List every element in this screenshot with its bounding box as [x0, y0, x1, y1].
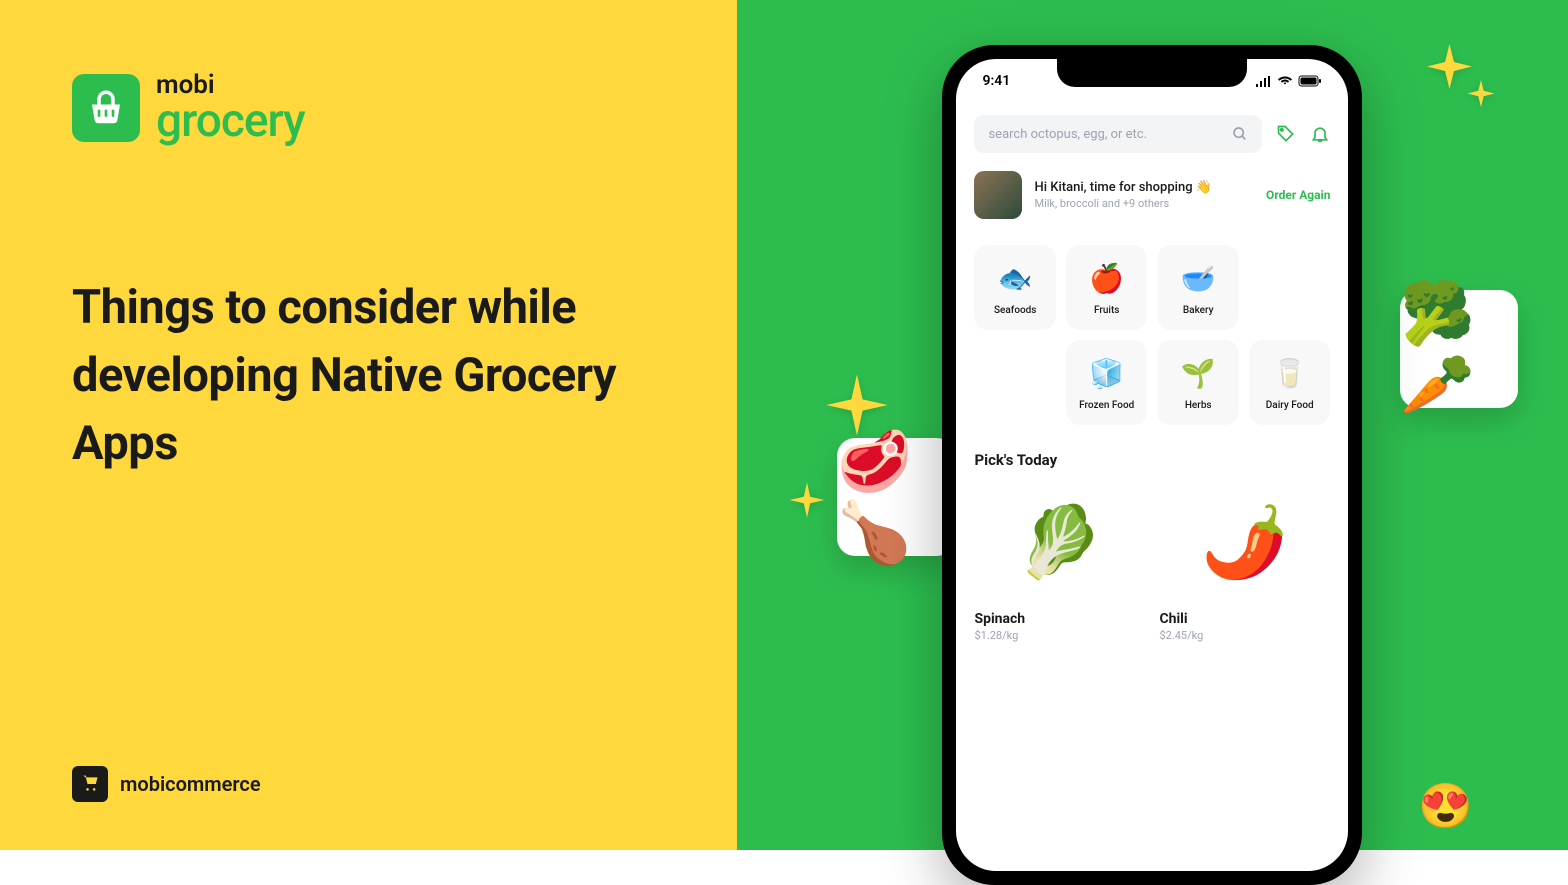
category-item[interactable]: 🥛Dairy Food — [1249, 340, 1331, 425]
product-name: Spinach — [974, 611, 1145, 627]
category-item[interactable]: 🥣Bakery — [1157, 245, 1239, 330]
float-meat-card: 🥩🍗 — [837, 438, 955, 556]
tag-icon[interactable] — [1276, 124, 1296, 144]
product-price: $1.28/kg — [974, 629, 1145, 642]
product-image: 🌶️ — [1159, 483, 1330, 603]
categories-grid: 🐟Seafoods 🍎Fruits 🥣Bakery 🧊Frozen Food 🌱… — [974, 245, 1330, 425]
section-title: Pick's Today — [974, 451, 1330, 469]
products-grid: 🥬 Spinach $1.28/kg 🌶️ Chili $2.45/kg — [974, 483, 1330, 642]
category-item[interactable]: 🍎Fruits — [1066, 245, 1148, 330]
cart-icon — [72, 766, 108, 802]
product-item[interactable]: 🥬 Spinach $1.28/kg — [974, 483, 1145, 642]
avatar — [974, 171, 1022, 219]
order-again-button[interactable]: Order Again — [1266, 188, 1330, 202]
phone-mockup: 9:41 search octopus, egg, or etc. — [942, 45, 1362, 885]
phone-screen: 9:41 search octopus, egg, or etc. — [956, 59, 1348, 871]
greeting-sub: Milk, broccoli and +9 others — [1034, 197, 1254, 210]
basket-icon — [72, 74, 140, 142]
search-placeholder: search octopus, egg, or etc. — [988, 127, 1147, 142]
status-icons — [1255, 75, 1322, 87]
left-panel: mobi grocery Things to consider while de… — [0, 0, 737, 850]
float-veg-card: 🥦🥕 — [1400, 290, 1518, 408]
headline: Things to consider while developing Nati… — [72, 274, 665, 478]
search-row: search octopus, egg, or etc. — [974, 115, 1330, 153]
status-time: 9:41 — [982, 73, 1010, 89]
logo-grocery: grocery — [156, 98, 305, 144]
sparkle-icon — [787, 480, 827, 520]
app-content: search octopus, egg, or etc. Hi Kitani, … — [956, 103, 1348, 654]
product-name: Chili — [1159, 611, 1330, 627]
greeting-card: Hi Kitani, time for shopping 👋 Milk, bro… — [974, 171, 1330, 219]
footer-text: mobicommerce — [120, 772, 261, 796]
footer-brand: mobicommerce — [72, 766, 261, 802]
greeting-text: Hi Kitani, time for shopping 👋 Milk, bro… — [1034, 180, 1254, 210]
product-image: 🥬 — [974, 483, 1145, 603]
right-panel: 🥩🍗 🥦🥕 😍 9:41 search octopus, egg, or etc… — [737, 0, 1568, 850]
bell-icon[interactable] — [1310, 124, 1330, 144]
category-item[interactable]: 🐟Seafoods — [974, 245, 1056, 330]
greeting-main: Hi Kitani, time for shopping 👋 — [1034, 180, 1254, 195]
logo-text: mobi grocery — [156, 72, 305, 144]
search-input[interactable]: search octopus, egg, or etc. — [974, 115, 1262, 153]
search-icon — [1232, 126, 1248, 142]
phone-notch — [1057, 59, 1247, 87]
sparkle-icon — [1418, 35, 1508, 125]
product-price: $2.45/kg — [1159, 629, 1330, 642]
category-item[interactable]: 🌱Herbs — [1157, 340, 1239, 425]
category-item[interactable]: 🧊Frozen Food — [1066, 340, 1148, 425]
top-icons — [1276, 124, 1330, 144]
logo-block: mobi grocery — [72, 72, 665, 144]
product-item[interactable]: 🌶️ Chili $2.45/kg — [1159, 483, 1330, 642]
heart-eyes-emoji: 😍 — [1418, 780, 1473, 832]
